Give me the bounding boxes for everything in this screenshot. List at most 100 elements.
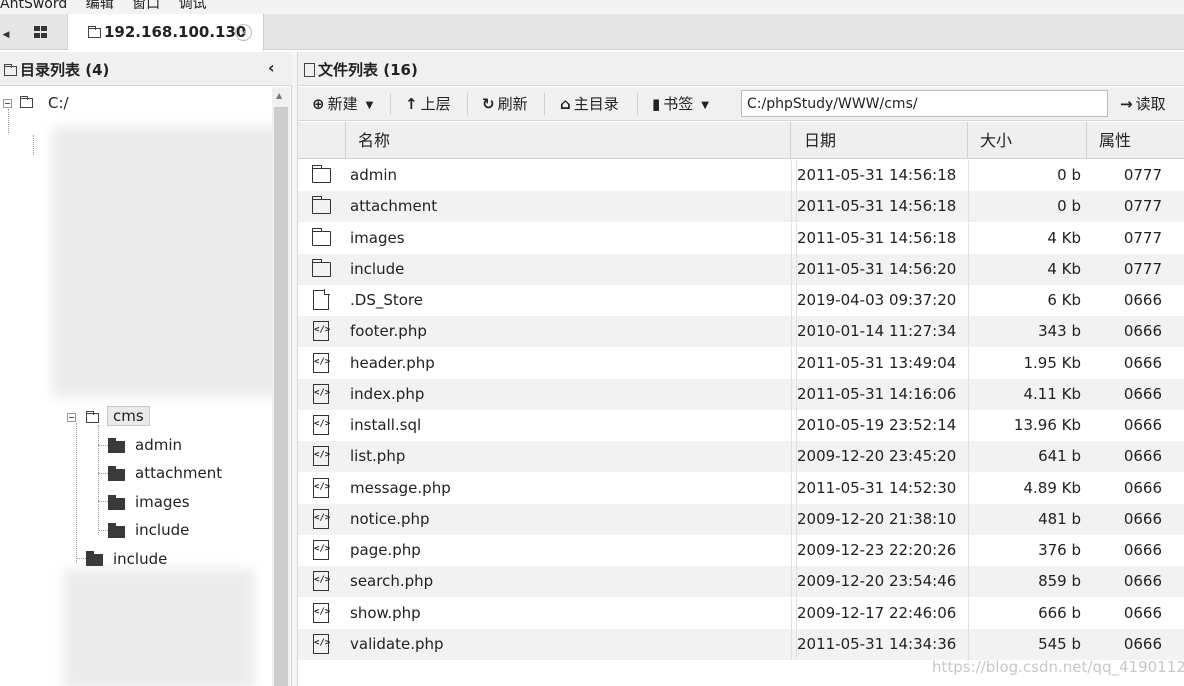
table-row[interactable]: include 2011-05-31 14:56:20 4 Kb 0777 — [298, 253, 1184, 285]
file-grid-header: 名称 日期 大小 属性 — [298, 122, 1184, 159]
table-row[interactable]: attachment 2011-05-31 14:56:18 0 b 0777 — [298, 191, 1184, 223]
tab-host[interactable]: 192.168.100.130 × — [68, 14, 264, 51]
tree-node-label: images — [135, 493, 190, 511]
tree-node-label: cms — [107, 406, 150, 426]
table-row[interactable]: </> index.php 2011-05-31 14:16:06 4.11 Kb 06… — [298, 378, 1184, 410]
table-row[interactable]: .DS_Store 2019-04-03 09:37:20 6 Kb 0666 — [298, 285, 1184, 316]
folder-icon — [20, 96, 33, 108]
table-row[interactable]: </> footer.php 2010-01-14 11:27:34 343 b 066… — [298, 316, 1184, 348]
file-size: 4 Kb — [1047, 259, 1081, 278]
tree-line — [98, 501, 108, 502]
file-date: 2011-05-31 14:56:18 — [796, 191, 956, 223]
file-name: header.php — [350, 353, 435, 372]
file-size: 545 b — [1038, 634, 1081, 653]
table-row[interactable]: </> show.php 2009-12-17 22:46:06 666 b 0666 — [298, 597, 1184, 629]
folder-icon — [311, 227, 331, 246]
file-name: search.php — [350, 572, 434, 591]
file-attr: 0666 — [1123, 447, 1162, 466]
file-date: 2011-05-31 14:34:36 — [796, 628, 956, 660]
scroll-up-icon[interactable]: ▲ — [276, 91, 282, 100]
file-size: 481 b — [1038, 509, 1081, 528]
collapse-icon[interactable] — [67, 413, 76, 422]
caret-down-icon: ▼ — [365, 100, 374, 111]
file-name: index.php — [350, 384, 425, 403]
file-attr: 0666 — [1123, 322, 1162, 341]
table-row[interactable]: </> header.php 2011-05-31 13:49:04 1.95 Kb 0… — [298, 347, 1184, 379]
file-date: 2011-05-31 14:56:18 — [796, 222, 956, 254]
home-button[interactable]: ⌂ 主目录 — [560, 93, 619, 115]
menu-item-antsword[interactable]: AntSword — [0, 0, 67, 11]
menu-item-debug[interactable]: 调试 — [179, 0, 207, 11]
refresh-button[interactable]: ↻ 刷新 — [482, 93, 528, 115]
code-file-icon: </> — [313, 321, 330, 342]
file-attr: 0777 — [1123, 228, 1162, 247]
file-date: 2010-05-19 23:52:14 — [796, 410, 956, 441]
tree-line — [98, 473, 108, 474]
file-name: install.sql — [350, 416, 422, 434]
read-button[interactable]: → 读取 — [1120, 93, 1166, 115]
tree-node-label: attachment — [135, 464, 223, 482]
table-row[interactable]: </> install.sql 2010-05-19 23:52:14 13.96 K… — [298, 410, 1184, 441]
caret-down-icon: ▼ — [701, 100, 709, 111]
table-row[interactable]: </> list.php 2009-12-20 23:45:20 641 b 0666 — [298, 441, 1184, 473]
collapse-panel-icon[interactable]: ‹ — [268, 58, 275, 77]
plus-circle-icon: ⊕ — [312, 95, 325, 113]
menu-item-edit[interactable]: 编辑 — [86, 0, 114, 11]
tree-node-label: C:/ — [48, 94, 69, 112]
table-row[interactable]: </> notice.php 2009-12-20 21:38:10 481 b 066… — [298, 503, 1184, 535]
bookmark-icon: ▮ — [652, 95, 661, 113]
close-icon[interactable]: × — [235, 24, 252, 41]
header-date[interactable]: 日期 — [791, 122, 968, 159]
folder-icon — [311, 196, 331, 215]
table-row[interactable]: </> message.php 2011-05-31 14:52:30 4.89 Kb… — [298, 472, 1184, 504]
folder-icon — [108, 466, 125, 481]
table-row[interactable]: </> search.php 2009-12-20 23:54:46 859 b 066… — [298, 566, 1184, 598]
refresh-icon: ↻ — [482, 95, 495, 113]
code-file-icon: </> — [313, 446, 330, 467]
folder-icon — [311, 258, 331, 277]
tree-line — [8, 109, 9, 133]
file-name: admin — [350, 166, 397, 184]
collapse-icon[interactable] — [3, 99, 12, 108]
arrow-right-icon: → — [1120, 95, 1133, 113]
tree-node-label: include — [113, 550, 168, 568]
scrollbar-thumb[interactable] — [274, 107, 288, 686]
table-row[interactable]: </> validate.php 2011-05-31 14:34:36 545 b 0… — [298, 628, 1184, 660]
table-row[interactable]: admin 2011-05-31 14:56:18 0 b 0777 — [298, 160, 1184, 191]
file-name: .DS_Store — [350, 291, 423, 309]
tree-scrollbar[interactable]: ▲ — [272, 87, 290, 686]
folder-icon — [4, 64, 17, 76]
code-file-icon: </> — [313, 633, 330, 654]
file-date: 2009-12-23 22:20:26 — [796, 535, 956, 566]
menu-item-window[interactable]: 窗口 — [132, 0, 160, 11]
tab-scroll-left-icon[interactable]: ◀ — [0, 14, 12, 50]
file-date: 2011-05-31 14:52:30 — [796, 472, 956, 504]
file-date: 2019-04-03 09:37:20 — [796, 285, 956, 316]
file-date: 2011-05-31 13:49:04 — [796, 347, 956, 379]
file-size: 13.96 Kb — [1013, 416, 1081, 434]
file-date: 2011-05-31 14:16:06 — [796, 378, 956, 410]
file-name: validate.php — [350, 634, 444, 653]
tree-line — [33, 135, 34, 155]
file-name: show.php — [350, 603, 421, 622]
new-button[interactable]: ⊕ 新建 ▼ — [312, 93, 373, 115]
table-row[interactable]: images 2011-05-31 14:56:18 4 Kb 0777 — [298, 222, 1184, 254]
path-input[interactable] — [741, 90, 1108, 117]
tab-home[interactable] — [12, 14, 68, 50]
directory-panel-header: 目录列表 (4) ‹ — [0, 52, 292, 86]
code-file-icon: </> — [313, 571, 330, 592]
file-name: footer.php — [350, 322, 427, 341]
bookmark-button[interactable]: ▮ 书签 ▼ — [652, 93, 709, 115]
code-file-icon: </> — [313, 415, 330, 435]
tree-line — [76, 558, 86, 559]
arrow-up-icon: ↑ — [405, 95, 418, 113]
code-file-icon: </> — [313, 477, 330, 498]
file-attr: 0666 — [1123, 634, 1162, 653]
up-button[interactable]: ↑ 上层 — [405, 93, 451, 115]
table-row[interactable]: </> page.php 2009-12-23 22:20:26 376 b 0666 — [298, 535, 1184, 566]
header-size[interactable]: 大小 — [968, 122, 1087, 159]
header-name[interactable]: 名称 — [346, 122, 791, 159]
header-attr[interactable]: 属性 — [1087, 122, 1184, 159]
code-file-icon: </> — [313, 352, 330, 373]
file-date: 2009-12-20 21:38:10 — [796, 503, 956, 535]
